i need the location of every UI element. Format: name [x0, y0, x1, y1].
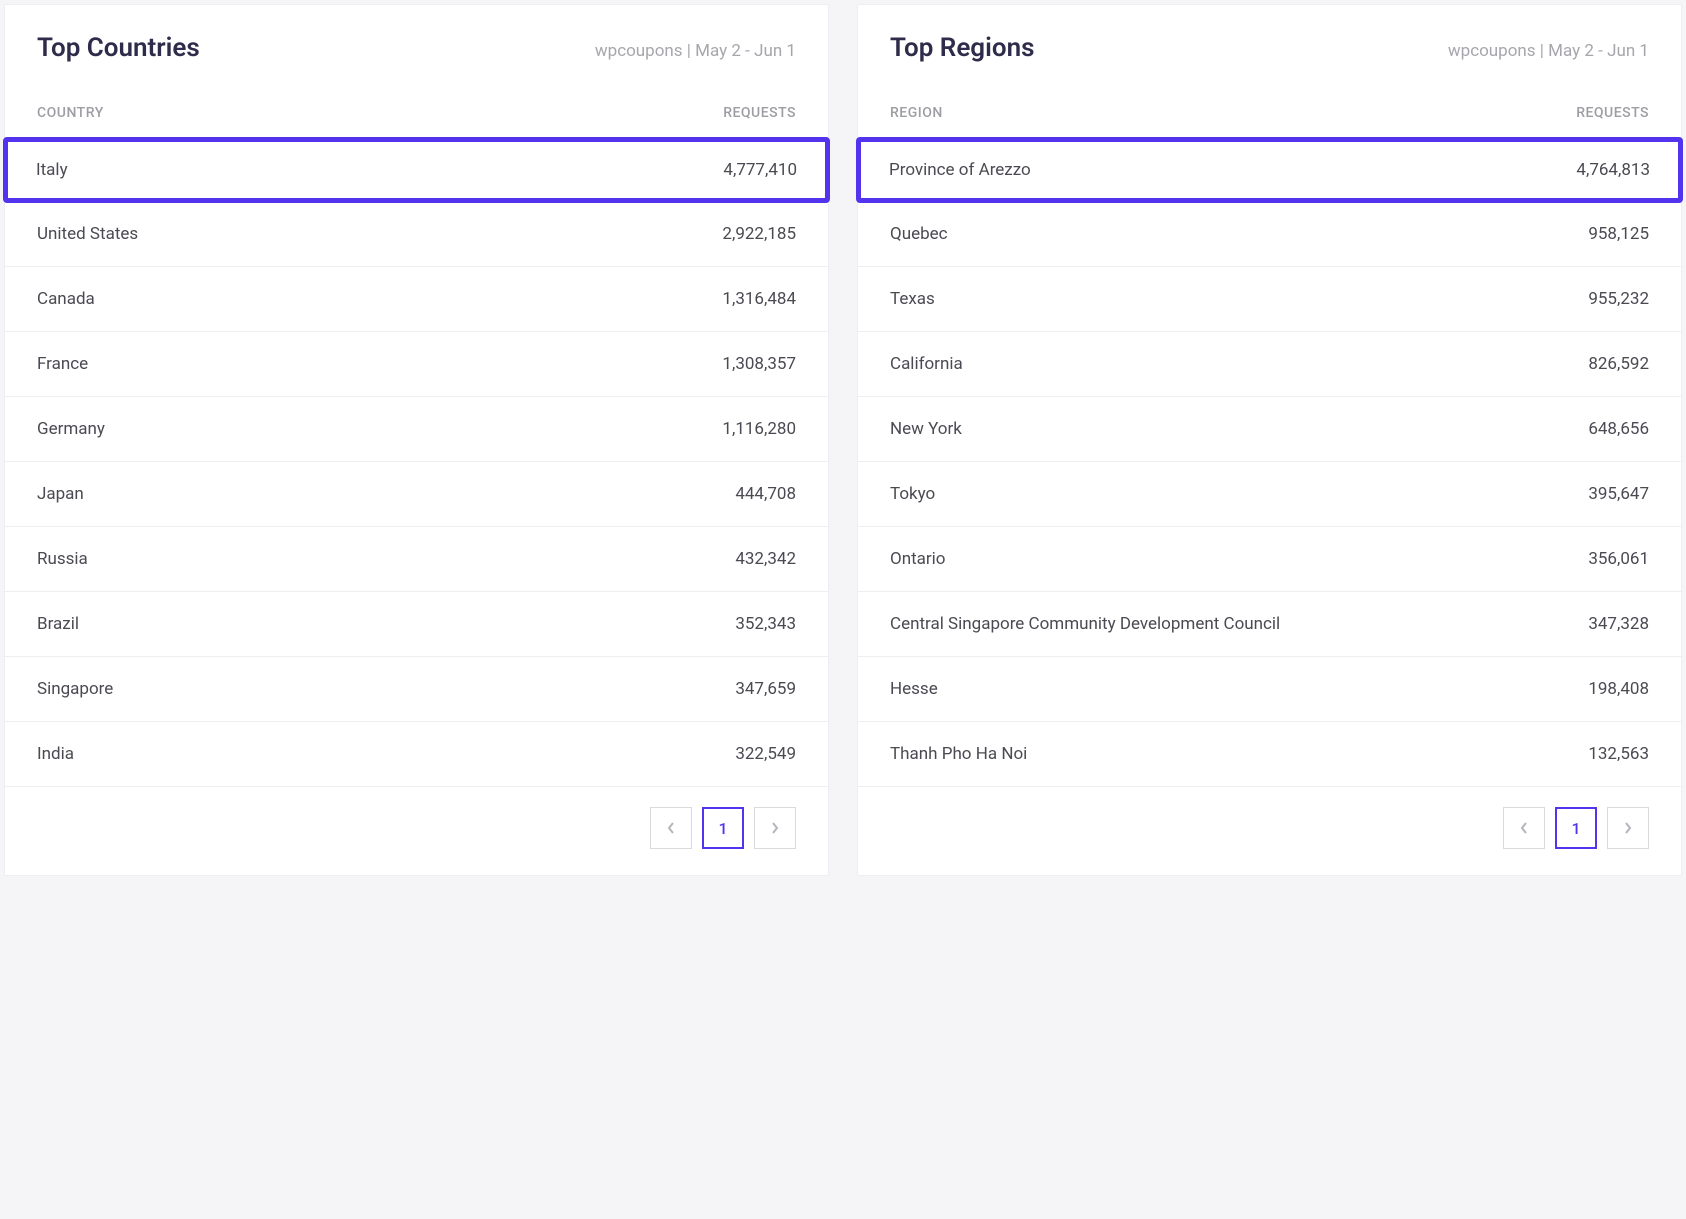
column-headers: REGION REQUESTS	[858, 81, 1681, 139]
row-requests: 347,328	[1588, 614, 1649, 634]
row-name: California	[890, 354, 963, 374]
table-row[interactable]: California 826,592	[858, 331, 1681, 396]
card-header: Top Regions wpcoupons | May 2 - Jun 1	[858, 5, 1681, 81]
table-row[interactable]: Quebec 958,125	[858, 201, 1681, 266]
countries-rows: Italy 4,777,410 United States 2,922,185 Cana…	[5, 139, 828, 786]
table-row[interactable]: India 322,549	[5, 721, 828, 786]
row-name: Hesse	[890, 679, 938, 699]
row-requests: 1,116,280	[722, 419, 796, 439]
table-row[interactable]: Brazil 352,343	[5, 591, 828, 656]
row-requests: 826,592	[1588, 354, 1649, 374]
row-name: Tokyo	[890, 484, 935, 504]
top-regions-card: Top Regions wpcoupons | May 2 - Jun 1 RE…	[857, 4, 1682, 876]
card-meta: wpcoupons | May 2 - Jun 1	[595, 41, 796, 61]
row-requests: 198,408	[1588, 679, 1649, 699]
table-row[interactable]: United States 2,922,185	[5, 201, 828, 266]
row-name: Japan	[37, 484, 84, 504]
table-row[interactable]: Germany 1,116,280	[5, 396, 828, 461]
row-name: Canada	[37, 289, 95, 309]
row-requests: 4,764,813	[1576, 160, 1650, 180]
card-meta: wpcoupons | May 2 - Jun 1	[1448, 41, 1649, 61]
table-row[interactable]: New York 648,656	[858, 396, 1681, 461]
row-name: Province of Arezzo	[889, 160, 1031, 180]
row-requests: 955,232	[1588, 289, 1649, 309]
table-row[interactable]: Italy 4,777,410	[3, 137, 830, 203]
row-name: Ontario	[890, 549, 945, 569]
pager-page-button[interactable]: 1	[1555, 807, 1597, 849]
table-row[interactable]: Russia 432,342	[5, 526, 828, 591]
chevron-left-icon	[666, 821, 676, 835]
regions-rows: Province of Arezzo 4,764,813 Quebec 958,125…	[858, 139, 1681, 786]
row-requests: 444,708	[735, 484, 796, 504]
row-requests: 432,342	[735, 549, 796, 569]
table-row[interactable]: Province of Arezzo 4,764,813	[856, 137, 1683, 203]
row-name: Quebec	[890, 224, 948, 244]
row-requests: 958,125	[1588, 224, 1649, 244]
row-name: France	[37, 354, 88, 374]
row-requests: 648,656	[1588, 419, 1649, 439]
row-requests: 2,922,185	[722, 224, 796, 244]
table-row[interactable]: Hesse 198,408	[858, 656, 1681, 721]
table-row[interactable]: Texas 955,232	[858, 266, 1681, 331]
row-name: India	[37, 744, 74, 764]
card-title: Top Regions	[890, 33, 1034, 63]
row-name: Germany	[37, 419, 105, 439]
table-row[interactable]: Japan 444,708	[5, 461, 828, 526]
table-row[interactable]: Singapore 347,659	[5, 656, 828, 721]
pager-next-button[interactable]	[1607, 807, 1649, 849]
pager-prev-button[interactable]	[1503, 807, 1545, 849]
table-row[interactable]: Tokyo 395,647	[858, 461, 1681, 526]
col-header-name: COUNTRY	[37, 105, 104, 121]
table-row[interactable]: Ontario 356,061	[858, 526, 1681, 591]
row-name: New York	[890, 419, 962, 439]
pager: 1	[858, 786, 1681, 875]
table-row[interactable]: Thanh Pho Ha Noi 132,563	[858, 721, 1681, 786]
col-header-requests: REQUESTS	[1576, 105, 1649, 121]
row-name: United States	[37, 224, 138, 244]
col-header-name: REGION	[890, 105, 943, 121]
row-name: Central Singapore Community Development …	[890, 614, 1280, 634]
row-requests: 352,343	[735, 614, 796, 634]
row-requests: 4,777,410	[723, 160, 797, 180]
row-requests: 347,659	[735, 679, 796, 699]
chevron-left-icon	[1519, 821, 1529, 835]
row-name: Singapore	[37, 679, 113, 699]
row-requests: 132,563	[1588, 744, 1649, 764]
table-row[interactable]: Central Singapore Community Development …	[858, 591, 1681, 656]
card-header: Top Countries wpcoupons | May 2 - Jun 1	[5, 5, 828, 81]
pager-next-button[interactable]	[754, 807, 796, 849]
table-row[interactable]: France 1,308,357	[5, 331, 828, 396]
card-title: Top Countries	[37, 33, 200, 63]
row-requests: 322,549	[735, 744, 796, 764]
row-name: Texas	[890, 289, 935, 309]
table-row[interactable]: Canada 1,316,484	[5, 266, 828, 331]
col-header-requests: REQUESTS	[723, 105, 796, 121]
row-requests: 1,308,357	[722, 354, 796, 374]
pager-prev-button[interactable]	[650, 807, 692, 849]
top-countries-card: Top Countries wpcoupons | May 2 - Jun 1 …	[4, 4, 829, 876]
row-name: Italy	[36, 160, 68, 180]
row-requests: 1,316,484	[722, 289, 796, 309]
pager: 1	[5, 786, 828, 875]
row-name: Russia	[37, 549, 88, 569]
row-name: Brazil	[37, 614, 79, 634]
column-headers: COUNTRY REQUESTS	[5, 81, 828, 139]
row-requests: 356,061	[1588, 549, 1649, 569]
chevron-right-icon	[770, 821, 780, 835]
chevron-right-icon	[1623, 821, 1633, 835]
row-requests: 395,647	[1588, 484, 1649, 504]
pager-page-button[interactable]: 1	[702, 807, 744, 849]
row-name: Thanh Pho Ha Noi	[890, 744, 1027, 764]
